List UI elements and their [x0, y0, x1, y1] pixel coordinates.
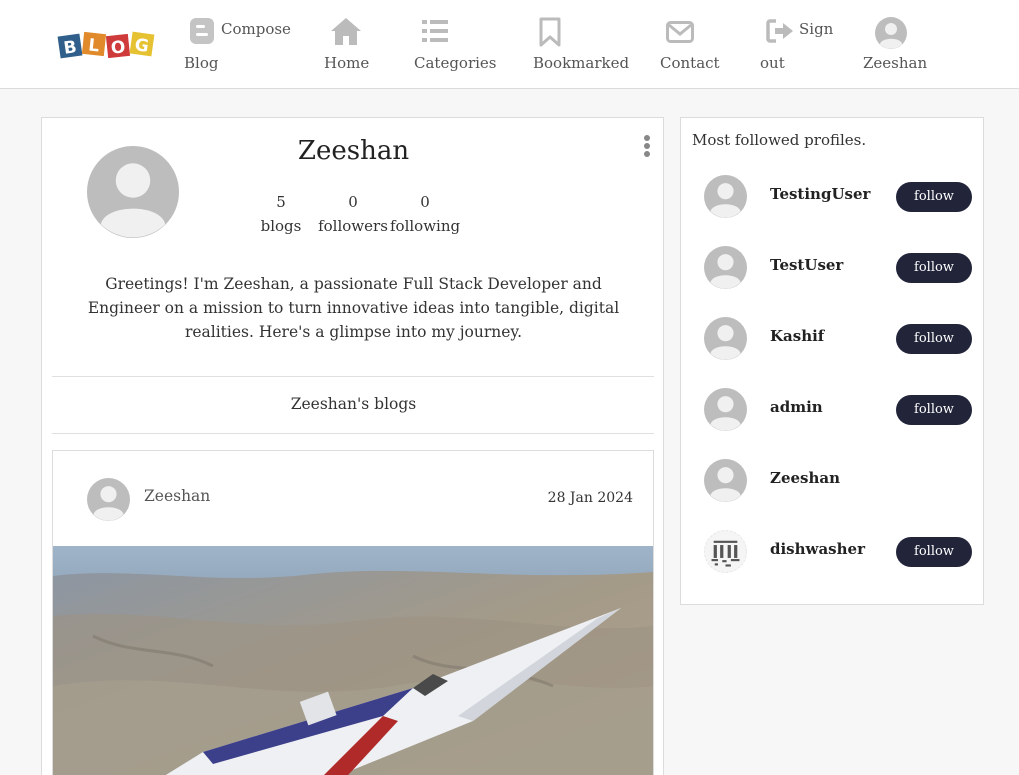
most-followed-title: Most followed profiles.	[692, 131, 867, 149]
profile-name[interactable]: Zeeshan	[770, 469, 840, 487]
profile-row[interactable]: admin follow	[681, 384, 985, 434]
svg-text:G: G	[133, 35, 150, 57]
profile-name[interactable]: dishwasher	[770, 540, 865, 558]
profile-avatar	[704, 388, 747, 431]
nav-signout-label-2: out	[760, 54, 785, 72]
svg-text:O: O	[110, 37, 126, 58]
nav-compose-blog[interactable]: Compose Blog	[184, 16, 294, 78]
nav-bookmarked-label: Bookmarked	[533, 54, 630, 72]
stat-followers-count: 0	[348, 193, 358, 211]
top-navbar: B L O G Compose Blog Home Categories Boo…	[0, 0, 1019, 89]
nav-categories-label: Categories	[414, 54, 497, 72]
profile-row[interactable]: Kashif follow	[681, 313, 985, 363]
profile-name[interactable]: TestingUser	[770, 185, 870, 203]
divider	[52, 376, 654, 377]
nav-compose-label-1: Compose	[221, 20, 291, 38]
nav-contact-label: Contact	[660, 54, 720, 72]
nav-user-label: Zeeshan	[863, 54, 928, 72]
stat-blogs[interactable]: 5 blogs	[258, 190, 304, 238]
profile-row[interactable]: dishwasher follow	[681, 526, 985, 576]
more-options-icon[interactable]	[640, 135, 654, 161]
profile-row[interactable]: TestingUser follow	[681, 171, 985, 221]
blogs-section-heading: Zeeshan's blogs	[290, 395, 417, 413]
most-followed-card: Most followed profiles. TestingUser foll…	[680, 117, 984, 605]
profile-avatar	[704, 175, 747, 218]
nav-compose-label-2: Blog	[184, 54, 219, 72]
stat-followers-label: followers	[318, 217, 388, 235]
blog-post-card[interactable]: Zeeshan 28 Jan 2024	[52, 450, 654, 775]
follow-button[interactable]: follow	[896, 537, 972, 567]
stat-following-count: 0	[420, 193, 430, 211]
nav-contact[interactable]: Contact	[660, 16, 720, 78]
nav-user-profile[interactable]: Zeeshan	[863, 16, 933, 78]
blogger-icon	[190, 18, 214, 44]
stat-following[interactable]: 0 following	[390, 190, 460, 238]
bookmark-icon	[539, 17, 561, 47]
nav-signout-label-1: Sign	[799, 20, 834, 38]
svg-text:L: L	[87, 35, 100, 56]
svg-text:B: B	[62, 37, 78, 59]
follow-button[interactable]: follow	[896, 253, 972, 283]
profile-avatar	[704, 317, 747, 360]
post-cover-image[interactable]	[53, 546, 653, 775]
home-icon	[331, 18, 361, 45]
stat-followers[interactable]: 0 followers	[318, 190, 388, 238]
nav-categories[interactable]: Categories	[414, 16, 497, 78]
list-icon	[422, 20, 448, 42]
sign-out-icon	[766, 19, 793, 43]
blog-logo[interactable]: B L O G	[56, 24, 158, 64]
stat-blogs-count: 5	[276, 193, 286, 211]
follow-button[interactable]: follow	[896, 324, 972, 354]
nav-home[interactable]: Home	[322, 16, 372, 78]
follow-button[interactable]: follow	[896, 395, 972, 425]
profile-name: Zeeshan	[297, 136, 410, 166]
profile-row[interactable]: Zeeshan	[681, 455, 985, 505]
divider	[52, 433, 654, 434]
profile-name[interactable]: TestUser	[770, 256, 843, 274]
profile-avatar	[704, 459, 747, 502]
post-date: 28 Jan 2024	[547, 490, 633, 506]
nav-home-label: Home	[324, 54, 370, 72]
user-avatar-icon	[875, 17, 907, 49]
profile-avatar	[704, 246, 747, 289]
stat-following-label: following	[390, 217, 461, 235]
profile-name[interactable]: Kashif	[770, 327, 824, 345]
nav-bookmarked[interactable]: Bookmarked	[533, 16, 630, 78]
profile-name[interactable]: admin	[770, 398, 823, 416]
stat-blogs-label: blogs	[260, 217, 302, 235]
post-author-avatar	[87, 478, 130, 521]
envelope-icon	[666, 21, 694, 43]
profile-row[interactable]: TestUser follow	[681, 242, 985, 292]
profile-card: Zeeshan 5 blogs 0 followers 0 following …	[41, 117, 664, 775]
profile-avatar	[704, 530, 747, 573]
post-author[interactable]: Zeeshan	[144, 487, 210, 505]
follow-button[interactable]: follow	[896, 182, 972, 212]
nav-sign-out[interactable]: Sign out	[760, 16, 840, 78]
profile-bio: Greetings! I'm Zeeshan, a passionate Ful…	[87, 275, 620, 341]
